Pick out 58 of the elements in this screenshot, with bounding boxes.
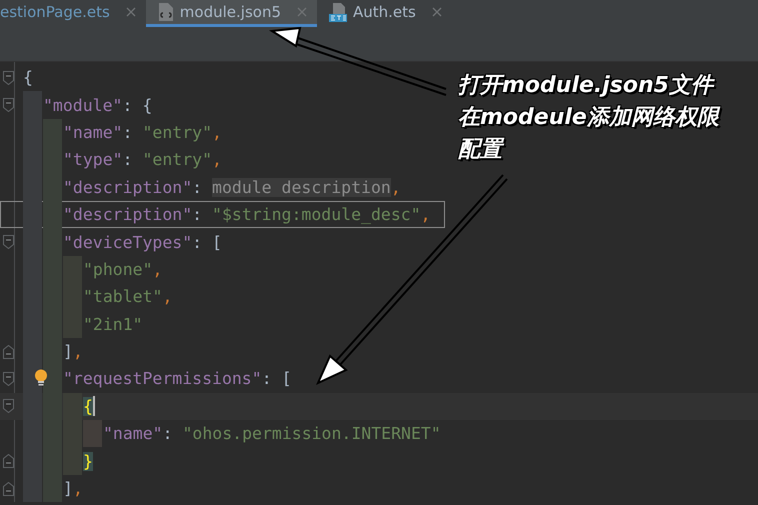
- string-value: "tablet": [83, 287, 162, 306]
- annotation-text: 打开module.json5文件 在modeule添加网络权限 配置: [458, 72, 719, 164]
- indent-guide: [63, 447, 82, 475]
- ets-file-icon: [329, 2, 347, 22]
- string-value: "$string:module_desc": [212, 205, 421, 224]
- punctuation: :: [192, 178, 204, 197]
- punctuation: :: [192, 205, 204, 224]
- punctuation: {: [23, 68, 33, 88]
- fold-marker-icon[interactable]: [3, 372, 14, 386]
- fold-marker-icon[interactable]: [3, 344, 14, 359]
- string-value: "entry": [142, 122, 212, 142]
- comma: ,: [420, 205, 431, 224]
- fold-marker-icon[interactable]: [3, 482, 14, 496]
- matched-brace: {: [83, 396, 93, 416]
- json-key: "description": [63, 205, 192, 224]
- punctuation: {: [142, 96, 152, 115]
- fold-marker-icon[interactable]: [3, 70, 14, 85]
- fold-marker-icon[interactable]: [3, 454, 14, 468]
- comma: ,: [212, 122, 222, 142]
- comma: ,: [72, 479, 83, 498]
- punctuation: :: [122, 96, 134, 115]
- lightbulb-icon[interactable]: [34, 369, 48, 388]
- punctuation: ]: [63, 479, 73, 498]
- string-value: "2in1": [83, 314, 143, 334]
- punctuation: :: [122, 122, 134, 142]
- punctuation: [: [282, 369, 292, 388]
- comma: ,: [72, 342, 83, 362]
- text-cursor: [92, 396, 95, 416]
- indent-guide: [83, 420, 102, 448]
- string-value: "entry": [142, 150, 212, 170]
- json-file-icon: [158, 2, 174, 22]
- comma: ,: [162, 287, 172, 306]
- punctuation: :: [122, 150, 134, 170]
- inlay-hint: module description: [212, 178, 391, 197]
- punctuation: :: [162, 424, 174, 444]
- json-key: "deviceTypes": [63, 232, 192, 252]
- punctuation: ]: [63, 342, 73, 362]
- matched-brace: }: [83, 452, 93, 471]
- json-key: "description": [63, 178, 192, 197]
- string-value: "ohos.permission.INTERNET": [182, 424, 441, 444]
- fold-marker-icon[interactable]: [3, 235, 14, 250]
- comma: ,: [152, 260, 162, 279]
- punctuation: :: [192, 232, 204, 252]
- json-key: "requestPermissions": [63, 369, 262, 388]
- comma: ,: [390, 178, 401, 197]
- fold-marker-icon[interactable]: [3, 399, 14, 414]
- punctuation: :: [262, 369, 273, 388]
- json-key: "type": [63, 150, 123, 170]
- editor-tab[interactable]: estionPage.ets: [0, 0, 146, 27]
- fold-marker-icon[interactable]: [3, 98, 14, 112]
- string-value: "phone": [83, 260, 153, 279]
- json-key: "module": [43, 96, 122, 115]
- editor-tab[interactable]: Auth.ets: [317, 0, 452, 27]
- json-key: "name": [63, 122, 123, 142]
- editor-tab[interactable]: module.json5: [146, 0, 317, 27]
- comma: ,: [212, 150, 222, 170]
- punctuation: [: [212, 232, 222, 252]
- json-key: "name": [103, 424, 163, 444]
